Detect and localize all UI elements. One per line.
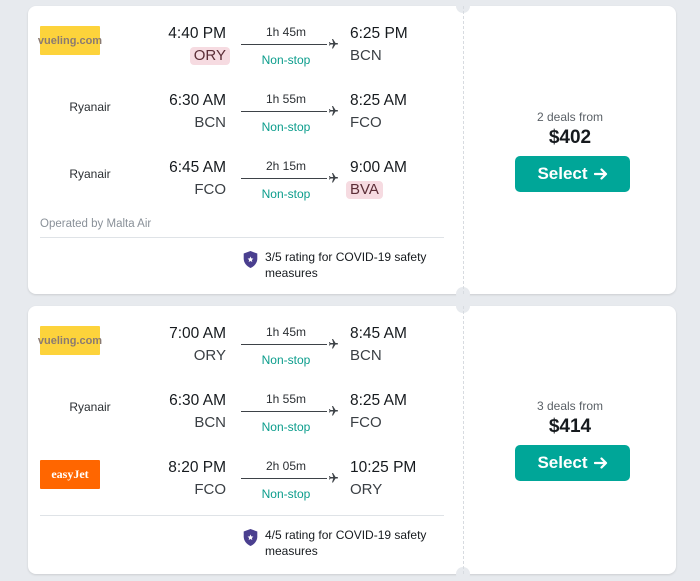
deals-count: 3 deals from — [536, 399, 604, 413]
price: $414 — [548, 416, 592, 437]
price-panel: 2 deals from $402 Select — [464, 6, 676, 294]
arrival-time: 8:25 AM — [350, 92, 407, 109]
arrival-time: 10:25 PM — [350, 459, 417, 476]
arrival-time: 6:25 PM — [350, 25, 408, 42]
plane-icon — [329, 39, 338, 49]
flight-leg: Ryanair 6:45 AM FCO 2h 15m Non-stop 9:00… — [28, 159, 458, 215]
flight-leg: vueling.com 4:40 PM ORY 1h 45m Non-stop … — [28, 25, 458, 81]
arrival-airport: BCN — [350, 347, 382, 364]
departure-airport: FCO — [194, 481, 226, 498]
stops-label: Non-stop — [261, 487, 311, 501]
flight-path-line — [241, 111, 327, 112]
departure-airport: ORY — [193, 347, 226, 364]
select-button[interactable]: Select — [515, 156, 630, 192]
airline-logo-vueling: vueling.com — [38, 326, 102, 355]
separator-line — [40, 515, 444, 516]
flight-duration: 1h 55m — [265, 392, 307, 406]
airline-logo-easyjet: easyJet — [40, 460, 100, 489]
flight-duration: 1h 55m — [265, 92, 307, 106]
separator-line — [40, 237, 444, 238]
flight-leg: easyJet 8:20 PM FCO 2h 05m Non-stop 10:2… — [28, 459, 458, 515]
arrow-right-icon — [593, 457, 607, 469]
flight-duration: 1h 45m — [265, 25, 307, 39]
stops-label: Non-stop — [261, 120, 311, 134]
departure-airport: BCN — [194, 114, 226, 131]
flight-leg: Ryanair 6:30 AM BCN 1h 55m Non-stop 8:25… — [28, 392, 458, 448]
plane-icon — [329, 473, 338, 483]
departure-time: 4:40 PM — [168, 25, 226, 42]
plane-icon — [329, 339, 338, 349]
deals-count: 2 deals from — [536, 110, 604, 124]
departure-time: 6:45 AM — [169, 159, 226, 176]
shield-icon — [243, 529, 258, 546]
arrival-time: 8:25 AM — [350, 392, 407, 409]
operated-by-note: Operated by Malta Air — [40, 218, 152, 230]
price: $402 — [548, 127, 592, 148]
flight-path-line — [241, 178, 327, 179]
flight-result-card: vueling.com 7:00 AM ORY 1h 45m Non-stop … — [28, 299, 676, 581]
arrival-airport: BVA — [346, 181, 383, 199]
stops-label: Non-stop — [261, 420, 311, 434]
flight-path-line — [241, 411, 327, 412]
flight-result-card: vueling.com 4:40 PM ORY 1h 45m Non-stop … — [28, 0, 676, 301]
covid-rating-text: 4/5 rating for COVID-19 safety measures — [265, 528, 427, 558]
arrow-right-icon — [593, 168, 607, 180]
airline-name: Ryanair — [69, 400, 111, 414]
flight-duration: 2h 05m — [265, 459, 307, 473]
stops-label: Non-stop — [261, 53, 311, 67]
stops-label: Non-stop — [261, 353, 311, 367]
flight-leg: vueling.com 7:00 AM ORY 1h 45m Non-stop … — [28, 325, 458, 381]
departure-time: 7:00 AM — [169, 325, 226, 342]
plane-icon — [329, 406, 338, 416]
arrival-airport: FCO — [350, 114, 382, 131]
departure-time: 6:30 AM — [169, 392, 226, 409]
plane-icon — [329, 173, 338, 183]
flight-duration: 1h 45m — [265, 325, 307, 339]
flight-leg: Ryanair 6:30 AM BCN 1h 55m Non-stop 8:25… — [28, 92, 458, 148]
arrival-airport: FCO — [350, 414, 382, 431]
flight-path-line — [241, 344, 327, 345]
stops-label: Non-stop — [261, 187, 311, 201]
arrival-time: 8:45 AM — [350, 325, 407, 342]
price-panel: 3 deals from $414 Select — [464, 306, 676, 574]
departure-airport: ORY — [189, 47, 230, 65]
departure-time: 6:30 AM — [169, 92, 226, 109]
covid-rating[interactable]: 3/5 rating for COVID-19 safety measures — [242, 249, 442, 281]
departure-airport: FCO — [194, 181, 226, 198]
departure-airport: BCN — [194, 414, 226, 431]
arrival-time: 9:00 AM — [350, 159, 407, 176]
plane-icon — [329, 106, 338, 116]
airline-name: Ryanair — [69, 167, 111, 181]
arrival-airport: ORY — [350, 481, 383, 498]
covid-rating[interactable]: 4/5 rating for COVID-19 safety measures — [242, 527, 442, 559]
airline-logo-vueling: vueling.com — [38, 26, 102, 55]
flight-duration: 2h 15m — [265, 159, 307, 173]
shield-icon — [243, 251, 258, 268]
departure-time: 8:20 PM — [168, 459, 226, 476]
arrival-airport: BCN — [350, 47, 382, 64]
flight-path-line — [241, 478, 327, 479]
flight-path-line — [241, 44, 327, 45]
select-button[interactable]: Select — [515, 445, 630, 481]
airline-name: Ryanair — [69, 100, 111, 114]
covid-rating-text: 3/5 rating for COVID-19 safety measures — [265, 250, 427, 280]
